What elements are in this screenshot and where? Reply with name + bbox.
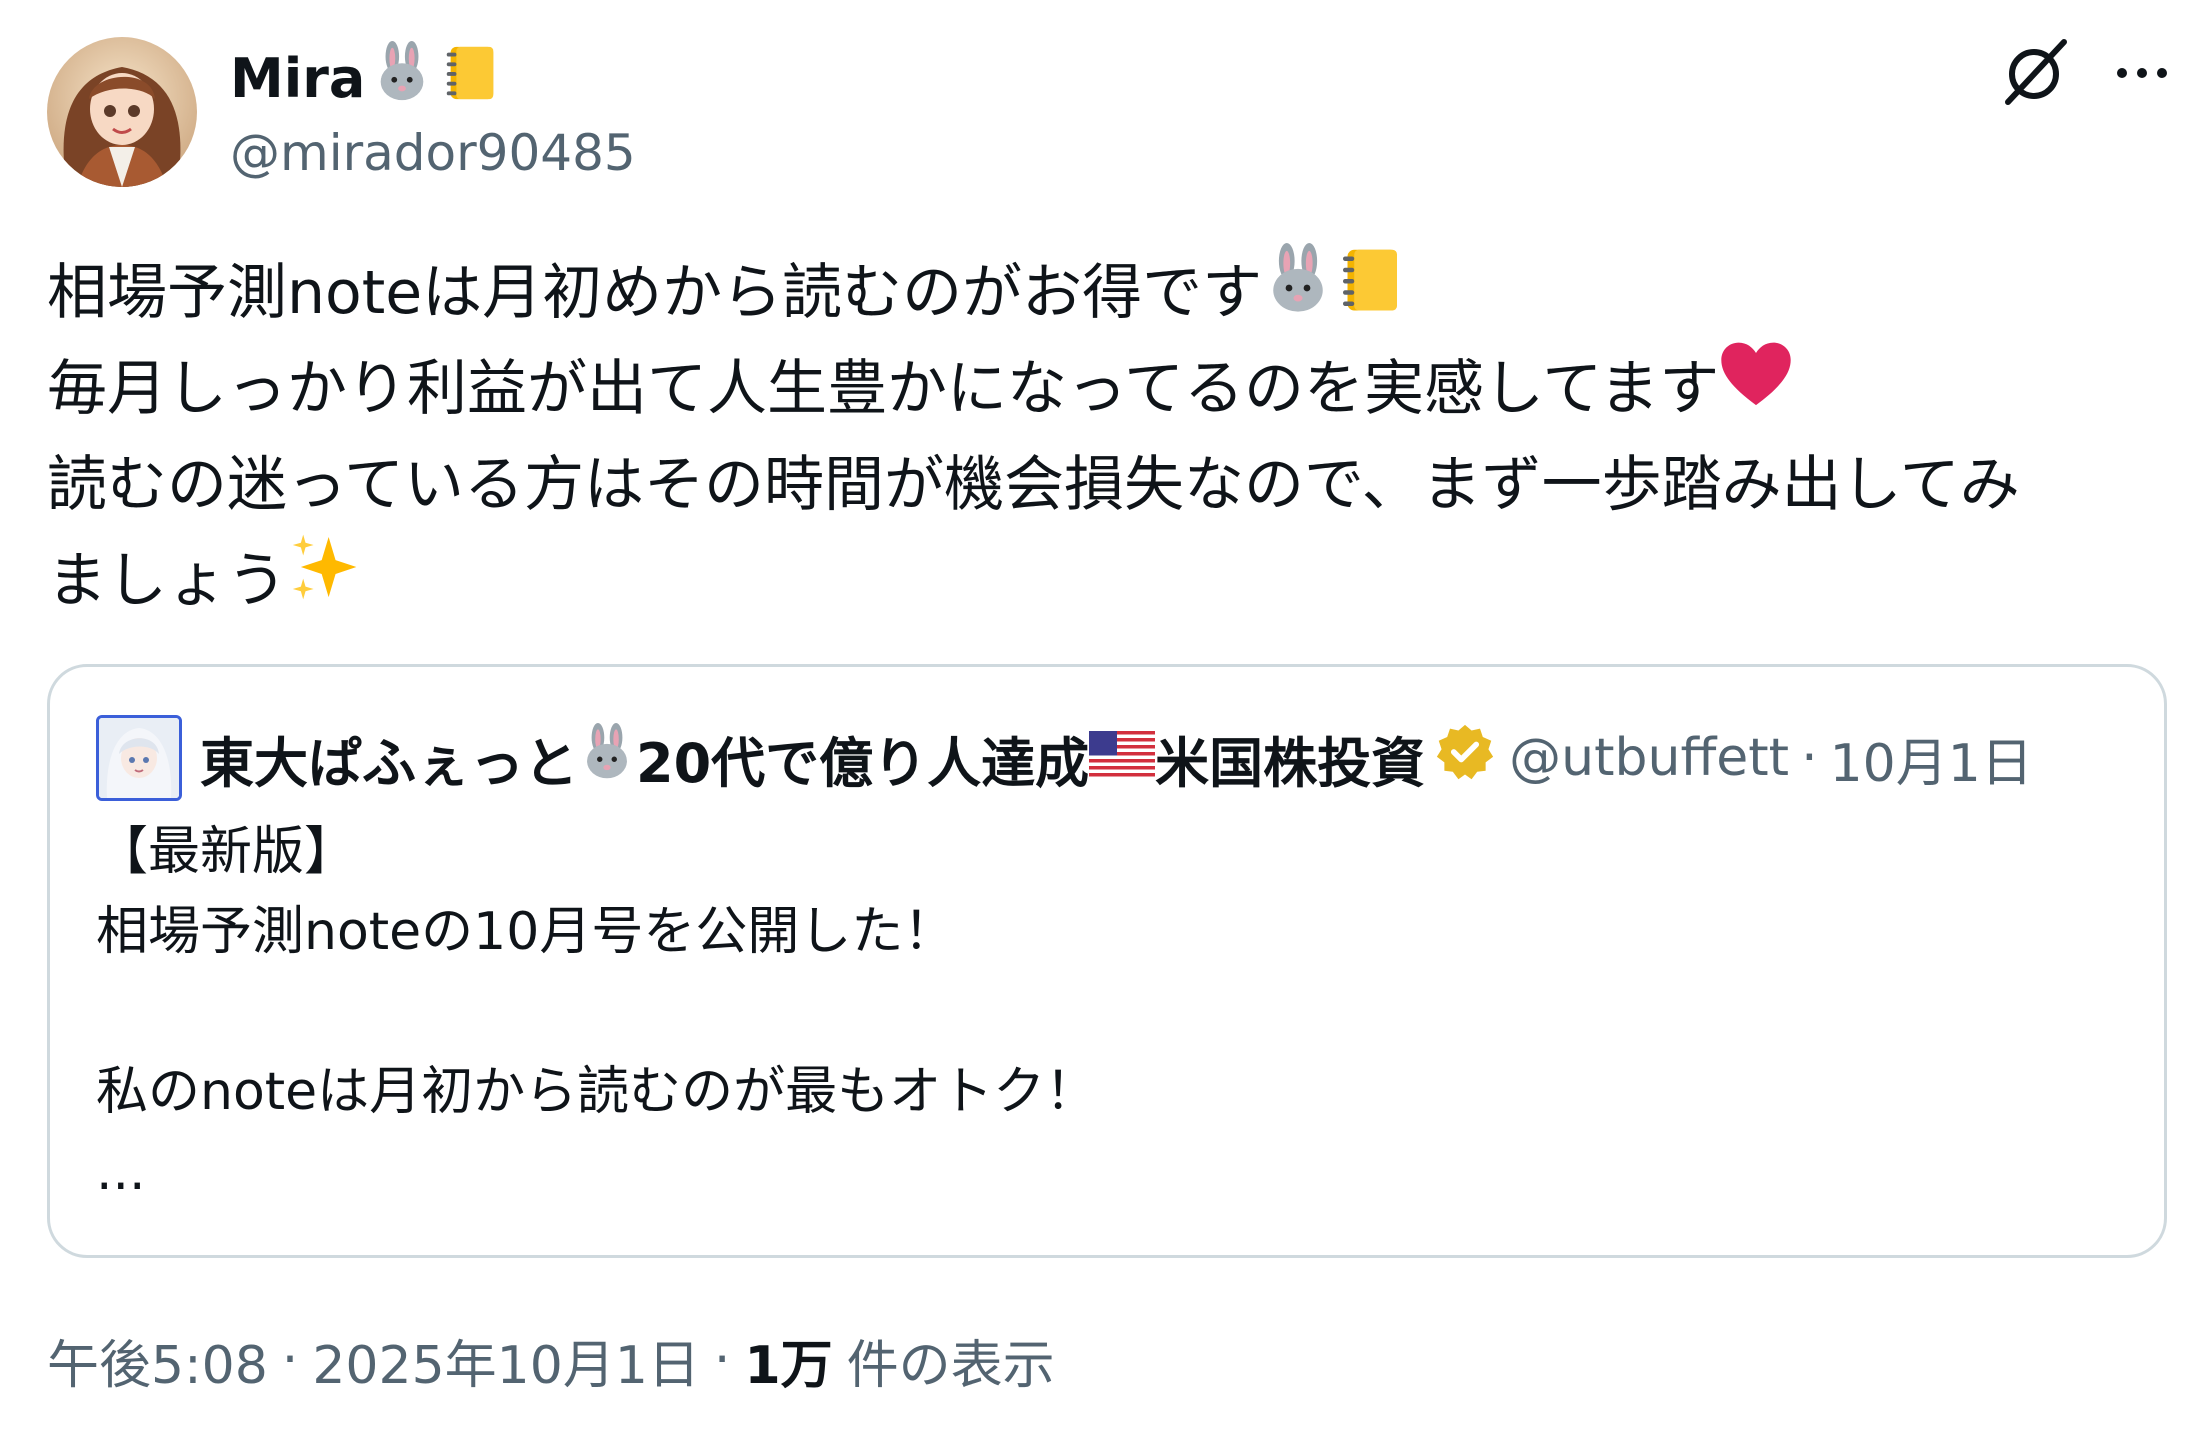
separator-dot: · xyxy=(713,1330,731,1390)
quoted-author-name-part2: 20代で億り人達成 xyxy=(636,731,1090,795)
tweet-detail: Mira @mirador90485 相場予測noteは月初めから読むのがお得で… xyxy=(0,0,2210,1446)
tweet-line: 読むの迷っている方はその時間が機会損失なので、まず一歩踏み出してみ xyxy=(47,437,2177,533)
quoted-tweet-text: 【最新版】 相場予測noteの10月号を公開した！ 私のnoteは月初から読むの… xyxy=(96,812,2126,1212)
views-label: 件の表示 xyxy=(846,1335,1055,1396)
tweet-line-text: ましょう xyxy=(47,546,287,616)
quoted-author-name[interactable]: 東大ぱふぇっと 20代で億り人達成 米国株投資 xyxy=(200,719,1495,798)
quoted-tweet-date[interactable]: 10月1日 xyxy=(1830,721,2033,796)
author-avatar[interactable] xyxy=(47,37,197,187)
separator-dot: · xyxy=(281,1330,299,1390)
tweet-line-text: 読むの迷っている方はその時間が機会損失なので、まず一歩踏み出してみ xyxy=(47,450,2020,520)
verified-badge-icon xyxy=(1435,722,1495,795)
notebook-icon xyxy=(1334,243,1406,343)
rabbit-face-icon xyxy=(578,722,636,794)
tweet-line: ましょう xyxy=(47,533,2177,629)
views-count[interactable]: 1万 xyxy=(744,1323,832,1398)
quoted-tweet-line: 相場予測noteの10月号を公開した！ xyxy=(96,902,956,962)
tweet-line-text: 相場予測noteは月初めから読むのがお得です xyxy=(47,258,1263,328)
notebook-icon xyxy=(439,41,501,116)
author-name-text: Mira xyxy=(230,46,366,110)
grok-icon[interactable] xyxy=(1998,34,2074,110)
tweet-line-text: 毎月しっかり利益が出て人生豊かになってるのを実感してます xyxy=(47,354,1720,424)
tweet-time[interactable]: 午後5:08 xyxy=(47,1323,268,1398)
quoted-tweet-line: 私のnoteは月初から読むのが最もオトク！ xyxy=(96,1062,1098,1122)
quoted-tweet-line xyxy=(96,972,2126,1052)
quoted-tweet-line: ... xyxy=(96,1142,146,1202)
tweet-meta: 午後5:08 · 2025年10月1日 · 1万 件の表示 xyxy=(47,1320,1055,1400)
author-handle[interactable]: @mirador90485 xyxy=(230,124,636,182)
rabbit-face-icon xyxy=(371,40,433,116)
sparkles-icon xyxy=(287,530,361,632)
red-heart-icon xyxy=(1719,340,1793,438)
quoted-tweet-header: 東大ぱふぇっと 20代で億り人達成 米国株投資 @utbuffett · 10月… xyxy=(96,713,2136,803)
quoted-tweet[interactable]: 東大ぱふぇっと 20代で億り人達成 米国株投資 @utbuffett · 10月… xyxy=(47,664,2167,1258)
tweet-line: 毎月しっかり利益が出て人生豊かになってるのを実感してます xyxy=(47,341,2177,437)
more-options-icon[interactable] xyxy=(2110,48,2174,98)
separator-dot: · xyxy=(1801,728,1818,788)
author-name[interactable]: Mira xyxy=(230,40,501,116)
rabbit-face-icon xyxy=(1262,243,1334,343)
tweet-date[interactable]: 2025年10月1日 xyxy=(312,1323,700,1398)
quoted-author-avatar[interactable] xyxy=(96,715,182,801)
quoted-author-handle[interactable]: @utbuffett xyxy=(1509,728,1789,788)
tweet-text: 相場予測noteは月初めから読むのがお得です 毎月しっかり利益が出て人生豊かにな… xyxy=(47,243,2177,629)
quoted-tweet-line: 【最新版】 xyxy=(96,822,357,882)
us-flag-icon xyxy=(1089,727,1156,790)
quoted-author-name-part3: 米国株投資 xyxy=(1155,731,1426,795)
quoted-author-name-part1: 東大ぱふぇっと xyxy=(200,731,578,795)
tweet-line: 相場予測noteは月初めから読むのがお得です xyxy=(47,243,2177,343)
